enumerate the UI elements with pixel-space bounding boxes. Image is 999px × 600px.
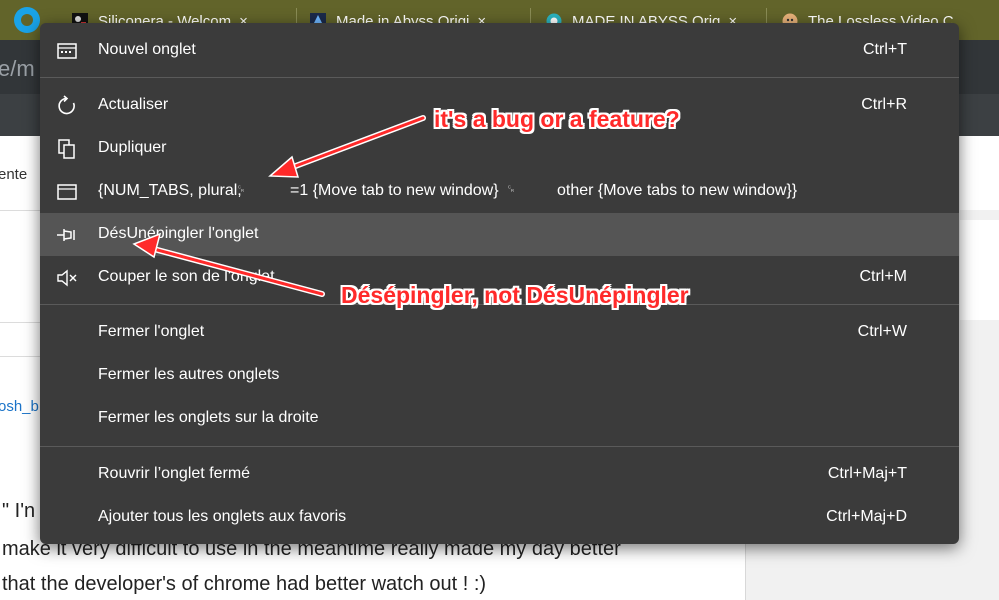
arrowhead-icon — [268, 155, 300, 178]
annotation-unpin-note: Désépingler, not DésUnépingler — [341, 282, 689, 308]
annotation-arrow-unpin — [148, 246, 324, 296]
annotation-arrow-bug — [283, 116, 425, 172]
annotation-bug-or-feature: it's a bug or a feature? — [434, 106, 680, 132]
arrowhead-icon — [132, 232, 162, 259]
